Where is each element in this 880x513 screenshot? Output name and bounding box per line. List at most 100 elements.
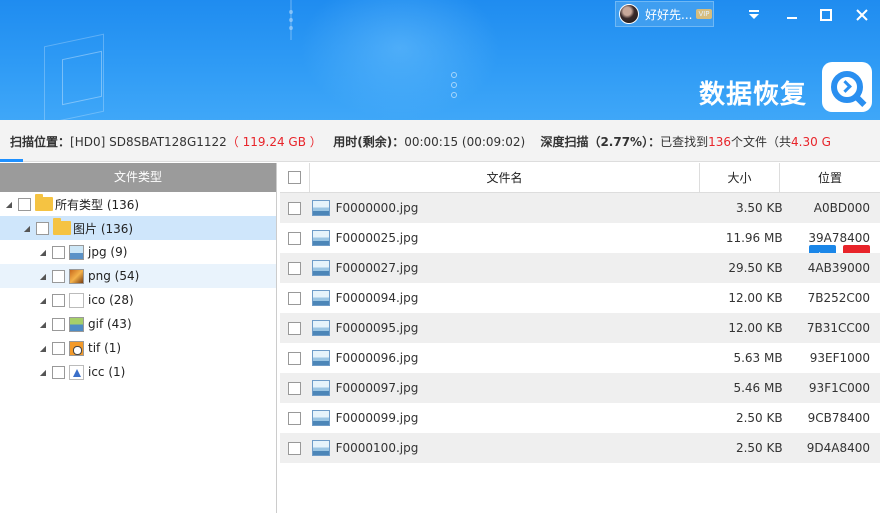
tree-checkbox[interactable] bbox=[52, 341, 65, 355]
file-list-panel: 文件名 大小 位置 F0000000.jpg 3.50 KB A0BD000 F… bbox=[280, 163, 880, 513]
file-name: F0000094.jpg bbox=[335, 291, 419, 305]
file-size: 2.50 KB bbox=[735, 441, 783, 455]
select-all-checkbox[interactable] bbox=[288, 171, 301, 184]
found-unit: 个文件（共 bbox=[731, 135, 792, 149]
row-checkbox[interactable] bbox=[288, 261, 302, 275]
tree-item-label: jpg (9) bbox=[88, 245, 128, 259]
table-row[interactable]: F0000000.jpg 3.50 KB A0BD000 bbox=[280, 193, 880, 223]
minimize-button[interactable] bbox=[781, 4, 803, 26]
tree-item-label: gif (43) bbox=[88, 317, 132, 331]
header-decoration bbox=[289, 18, 293, 22]
row-checkbox[interactable] bbox=[288, 351, 302, 365]
select-all-header[interactable] bbox=[280, 163, 310, 193]
image-file-icon bbox=[312, 230, 330, 246]
file-name: F0000099.jpg bbox=[335, 411, 419, 425]
expand-arrow-icon[interactable]: ◢ bbox=[38, 271, 48, 281]
dropdown-menu-button[interactable] bbox=[743, 4, 765, 26]
collapse-arrow-icon[interactable]: ◢ bbox=[22, 223, 32, 233]
deep-scan-close: ）： bbox=[642, 135, 661, 149]
close-button[interactable] bbox=[851, 4, 873, 26]
tree-item-all-types[interactable]: ◢ 所有类型 (136) bbox=[0, 192, 276, 216]
file-size: 5.46 MB bbox=[733, 381, 783, 395]
header-decoration bbox=[451, 92, 457, 98]
row-checkbox[interactable] bbox=[288, 441, 302, 455]
file-position: 9CB78400 bbox=[807, 411, 871, 425]
collapse-arrow-icon[interactable]: ◢ bbox=[4, 199, 14, 209]
header-decoration bbox=[451, 82, 457, 88]
folder-icon bbox=[35, 194, 53, 211]
tree-item-label: 图片 (136) bbox=[73, 221, 134, 236]
tree-item-ico[interactable]: ◢ ico (28) bbox=[0, 288, 276, 312]
tree-item-label: icc (1) bbox=[88, 365, 126, 379]
brand-logo bbox=[822, 62, 872, 112]
file-size: 12.00 KB bbox=[728, 291, 783, 305]
table-row[interactable]: F0000094.jpg 12.00 KB 7B252C00 bbox=[280, 283, 880, 313]
scan-status-text: 扫描位置：[HD0] SD8SBAT128G1122（ 119.24 GB ） … bbox=[10, 133, 831, 150]
row-checkbox[interactable] bbox=[288, 291, 302, 305]
jpg-file-icon bbox=[69, 244, 84, 260]
scan-location-label: 扫描位置： bbox=[10, 135, 71, 149]
file-name: F0000027.jpg bbox=[335, 261, 419, 275]
row-checkbox[interactable] bbox=[288, 201, 302, 215]
file-type-header: 文件类型 bbox=[0, 163, 276, 192]
expand-arrow-icon[interactable]: ◢ bbox=[38, 247, 48, 257]
folder-icon bbox=[53, 218, 71, 235]
row-checkbox[interactable] bbox=[288, 231, 302, 245]
tree-item-label: 所有类型 (136) bbox=[55, 197, 140, 212]
header-decoration bbox=[62, 50, 102, 106]
tree-item-icc[interactable]: ◢ icc (1) bbox=[0, 360, 276, 384]
close-icon bbox=[856, 9, 868, 21]
tree-item-png[interactable]: ◢ png (54) bbox=[0, 264, 276, 288]
image-file-icon bbox=[312, 410, 330, 426]
tree-item-images[interactable]: ◢ 图片 (136) bbox=[0, 216, 276, 240]
tree-item-jpg[interactable]: ◢ jpg (9) bbox=[0, 240, 276, 264]
expand-arrow-icon[interactable]: ◢ bbox=[38, 343, 48, 353]
table-row[interactable]: F0000027.jpg 29.50 KB 4AB39000 bbox=[280, 253, 880, 283]
tree-checkbox[interactable] bbox=[52, 269, 65, 283]
tree-checkbox[interactable] bbox=[52, 317, 65, 331]
tree-item-label: tif (1) bbox=[88, 341, 122, 355]
expand-arrow-icon[interactable]: ◢ bbox=[38, 319, 48, 329]
image-file-icon bbox=[312, 320, 330, 336]
table-row[interactable]: F0000099.jpg 2.50 KB 9CB78400 bbox=[280, 403, 880, 433]
tree-checkbox[interactable] bbox=[52, 293, 65, 307]
file-name: F0000000.jpg bbox=[335, 201, 419, 215]
user-account-badge[interactable]: 好好先... VIP bbox=[615, 1, 714, 27]
table-row[interactable]: F0000100.jpg 2.50 KB 9D4A8400 bbox=[280, 433, 880, 463]
file-position: 7B252C00 bbox=[807, 291, 871, 305]
avatar bbox=[619, 4, 639, 24]
deep-scan-percent: 2.77% bbox=[600, 135, 643, 149]
file-size: 2.50 KB bbox=[735, 411, 783, 425]
tree-checkbox[interactable] bbox=[36, 221, 49, 235]
image-file-icon bbox=[312, 260, 330, 276]
row-checkbox[interactable] bbox=[288, 381, 302, 395]
file-position: A0BD000 bbox=[813, 201, 871, 215]
tree-checkbox[interactable] bbox=[52, 245, 65, 259]
time-label: 用时(剩余)： bbox=[333, 135, 405, 149]
image-file-icon bbox=[312, 350, 330, 366]
found-prefix: 已查找到 bbox=[660, 135, 709, 149]
tree-item-gif[interactable]: ◢ gif (43) bbox=[0, 312, 276, 336]
table-row[interactable]: F0000096.jpg 5.63 MB 93EF1000 bbox=[280, 343, 880, 373]
row-checkbox[interactable] bbox=[288, 411, 302, 425]
maximize-button[interactable] bbox=[815, 4, 837, 26]
row-checkbox[interactable] bbox=[288, 321, 302, 335]
tree-item-tif[interactable]: ◢ tif (1) bbox=[0, 336, 276, 360]
file-name: F0000100.jpg bbox=[335, 441, 419, 455]
column-header-position[interactable]: 位置 bbox=[780, 163, 880, 193]
file-name: F0000095.jpg bbox=[335, 321, 419, 335]
file-position: 9D4A8400 bbox=[806, 441, 871, 455]
app-header: 好好先... VIP 数据恢复 bbox=[0, 0, 880, 120]
table-row[interactable]: F0000025.jpg 11.96 MB 39A78400 bbox=[280, 223, 880, 253]
expand-arrow-icon[interactable]: ◢ bbox=[38, 367, 48, 377]
tree-checkbox[interactable] bbox=[52, 365, 65, 379]
scan-status-bar: 扫描位置：[HD0] SD8SBAT128G1122（ 119.24 GB ） … bbox=[0, 120, 880, 272]
column-header-filename[interactable]: 文件名 bbox=[310, 163, 700, 193]
table-row[interactable]: F0000095.jpg 12.00 KB 7B31CC00 bbox=[280, 313, 880, 343]
dropdown-icon bbox=[749, 10, 759, 19]
png-file-icon bbox=[69, 268, 84, 284]
table-row[interactable]: F0000097.jpg 5.46 MB 93F1C000 bbox=[280, 373, 880, 403]
expand-arrow-icon[interactable]: ◢ bbox=[38, 295, 48, 305]
column-header-size[interactable]: 大小 bbox=[700, 163, 780, 193]
tree-checkbox[interactable] bbox=[18, 197, 31, 211]
